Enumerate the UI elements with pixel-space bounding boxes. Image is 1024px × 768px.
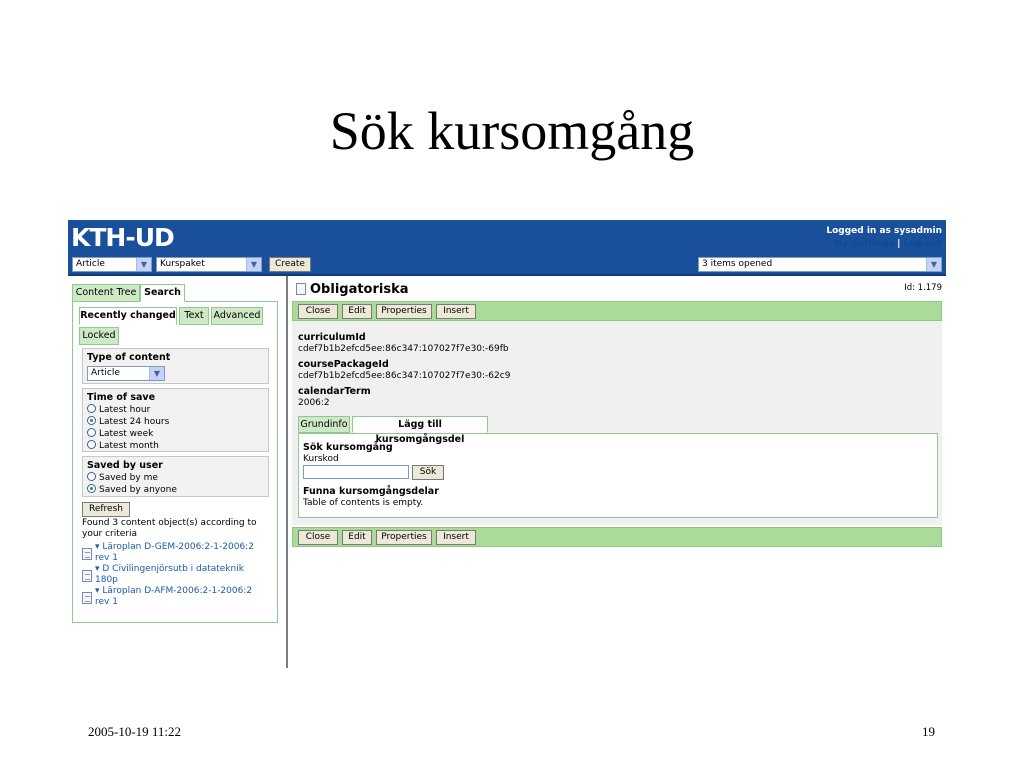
saved-by-title: Saved by user [87,460,163,471]
radio-icon[interactable] [87,428,96,437]
radio-icon[interactable] [87,472,96,481]
search-panel: Recently changed Text Advanced Locked Ty… [72,301,278,623]
close-button[interactable]: Close [298,530,338,545]
property-label: coursePackageId [298,359,389,370]
chevron-down-icon: ▼ [246,258,261,271]
document-icon [82,592,92,604]
result-item[interactable]: ▾ Läroplan D-GEM-2006:2-1-2006:2 rev 1 [82,542,272,566]
object-title: Obligatoriska [310,282,409,297]
subtab-advanced[interactable]: Advanced [211,307,263,325]
type-of-content-value: Article [91,368,120,378]
chevron-down-icon: ▼ [926,258,941,271]
document-icon [82,548,92,560]
chevron-down-icon: ▼ [136,258,151,271]
slide-page-number: 19 [922,724,935,739]
subtab-text[interactable]: Text [179,307,209,325]
my-settings-link[interactable]: My Settings [834,239,894,249]
type-of-content-title: Type of content [87,352,171,363]
property-value: 2006:2 [298,398,330,408]
radio-checked-icon[interactable] [87,416,96,425]
bottom-toolbar: Close Edit Properties Insert [292,527,942,547]
radio-icon[interactable] [87,440,96,449]
slide-date: 2005-10-19 11:22 [88,724,182,739]
insert-button[interactable]: Insert [436,304,476,319]
saved-by-anyone-option[interactable]: Saved by anyone [87,484,177,495]
property-label: calendarTerm [298,386,371,397]
time-option-latest-24-hours[interactable]: Latest 24 hours [87,416,169,427]
kurskod-input[interactable] [303,465,409,479]
document-icon [296,283,306,295]
edit-button[interactable]: Edit [342,304,372,319]
app-window: KTH-UD Logged in as sysadmin My Settings… [68,220,946,668]
property-value: cdef7b1b2efcd5ee:86c347:107027f7e30:-69f… [298,344,509,354]
create-button[interactable]: Create [269,257,311,272]
subtab-recently-changed[interactable]: Recently changed [79,307,177,325]
search-button[interactable]: Sök [412,465,444,480]
time-of-save-group: Time of save Latest hour Latest 24 hours… [82,388,269,452]
app-logo: KTH-UD [71,223,175,252]
close-button[interactable]: Close [298,304,338,319]
user-links: My Settings | Log out [834,239,942,249]
subtab-locked[interactable]: Locked [79,327,119,345]
tab-content-tree[interactable]: Content Tree [72,284,140,302]
time-option-latest-hour[interactable]: Latest hour [87,404,150,415]
radio-checked-icon[interactable] [87,484,96,493]
logout-link[interactable]: Log out [904,239,942,249]
tab-search[interactable]: Search [140,284,185,302]
slide-title: Sök kursomgång [329,101,695,161]
saved-by-group: Saved by user Saved by me Saved by anyon… [82,456,269,497]
found-heading: Funna kursomgångsdelar [303,486,439,497]
result-link[interactable]: ▾ D Civilingenjörsutb i datateknik 180p [95,564,275,586]
pane-divider[interactable] [286,276,288,668]
content-type-select-value: Article [76,259,105,269]
package-select[interactable]: Kurspaket ▼ [156,257,262,272]
result-item[interactable]: ▾ D Civilingenjörsutb i datateknik 180p [82,564,272,588]
saved-by-me-option[interactable]: Saved by me [87,472,158,483]
tab-lagg-till-kursomgangsdel[interactable]: Lägg till kursomgångsdel [352,416,488,445]
time-option-latest-month[interactable]: Latest month [87,440,159,451]
opened-items-value: 3 items opened [702,259,773,269]
header-bar: KTH-UD Logged in as sysadmin My Settings… [68,220,946,276]
properties-button[interactable]: Properties [376,530,432,545]
top-toolbar: Close Edit Properties Insert [292,301,942,321]
opened-items-select[interactable]: 3 items opened ▼ [698,257,942,272]
document-icon [82,570,92,582]
logged-in-text: Logged in as sysadmin [826,226,942,236]
package-select-value: Kurspaket [160,259,205,269]
radio-icon[interactable] [87,404,96,413]
insert-button[interactable]: Insert [436,530,476,545]
type-of-content-group: Type of content Article ▼ [82,348,269,384]
found-count-text: Found 3 content object(s) according to y… [82,518,257,539]
tab-grundinfo[interactable]: Grundinfo [298,416,350,433]
refresh-button[interactable]: Refresh [82,502,130,517]
chevron-down-icon: ▼ [149,367,164,380]
empty-text: Table of contents is empty. [303,498,424,508]
property-label: curriculumId [298,332,366,343]
kurskod-label: Kurskod [303,454,339,464]
result-link[interactable]: ▾ Läroplan D-GEM-2006:2-1-2006:2 rev 1 [95,542,275,564]
link-separator: | [897,239,901,249]
type-of-content-select[interactable]: Article ▼ [87,366,165,381]
edit-button[interactable]: Edit [342,530,372,545]
properties-button[interactable]: Properties [376,304,432,319]
time-of-save-title: Time of save [87,392,156,403]
property-value: cdef7b1b2efcd5ee:86c347:107027f7e30:-62c… [298,371,511,381]
result-link[interactable]: ▾ Läroplan D-AFM-2006:2-1-2006:2 rev 1 [95,586,275,608]
result-item[interactable]: ▾ Läroplan D-AFM-2006:2-1-2006:2 rev 1 [82,586,272,610]
time-option-latest-week[interactable]: Latest week [87,428,153,439]
object-id: Id: 1.179 [904,283,942,293]
content-type-select[interactable]: Article ▼ [72,257,152,272]
